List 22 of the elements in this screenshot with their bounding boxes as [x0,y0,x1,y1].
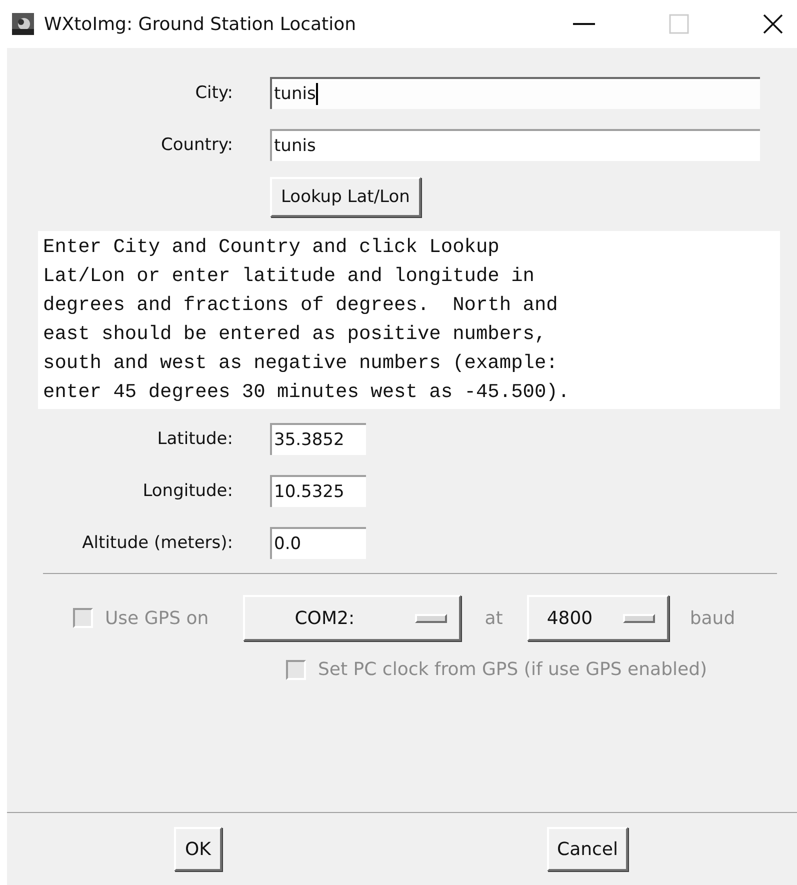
text-field[interactable]: 35.3852 [270,423,366,455]
port-dropdown[interactable]: COM2: [242,595,461,641]
dialog-button[interactable]: Cancel [547,827,628,871]
lookup-button[interactable]: Lookup Lat/Lon [270,177,421,217]
field-label: Longitude: [142,481,233,501]
field-label: Altitude (meters): [81,533,233,553]
at-label: at [484,608,503,628]
field-label: Country: [160,135,233,155]
text-field[interactable]: 0.0 [270,527,366,559]
dialog-button[interactable]: OK [174,827,222,871]
text-field[interactable]: tunis [270,129,760,161]
baud-dropdown[interactable]: 4800 [526,595,669,641]
window-title: WXtoImg: Ground Station Location [44,14,356,34]
help-text: Enter City and Country and click Lookup Lat/Lon or enter latitude and longitude in degrees and fractions of degrees. North and east should be entered as positive numbers, south and west as negative numbers (example: enter 45 degrees 30 minutes west as -45.500). [38,231,780,409]
text-field[interactable]: 10.5325 [270,475,366,507]
baud-label: baud [690,608,736,628]
field-label: City: [194,83,233,103]
field-label: Latitude: [156,429,233,449]
text-field[interactable]: tunis [270,77,760,109]
app-icon [12,13,34,35]
minimize-icon[interactable] [573,22,595,26]
close-icon[interactable] [763,14,783,34]
